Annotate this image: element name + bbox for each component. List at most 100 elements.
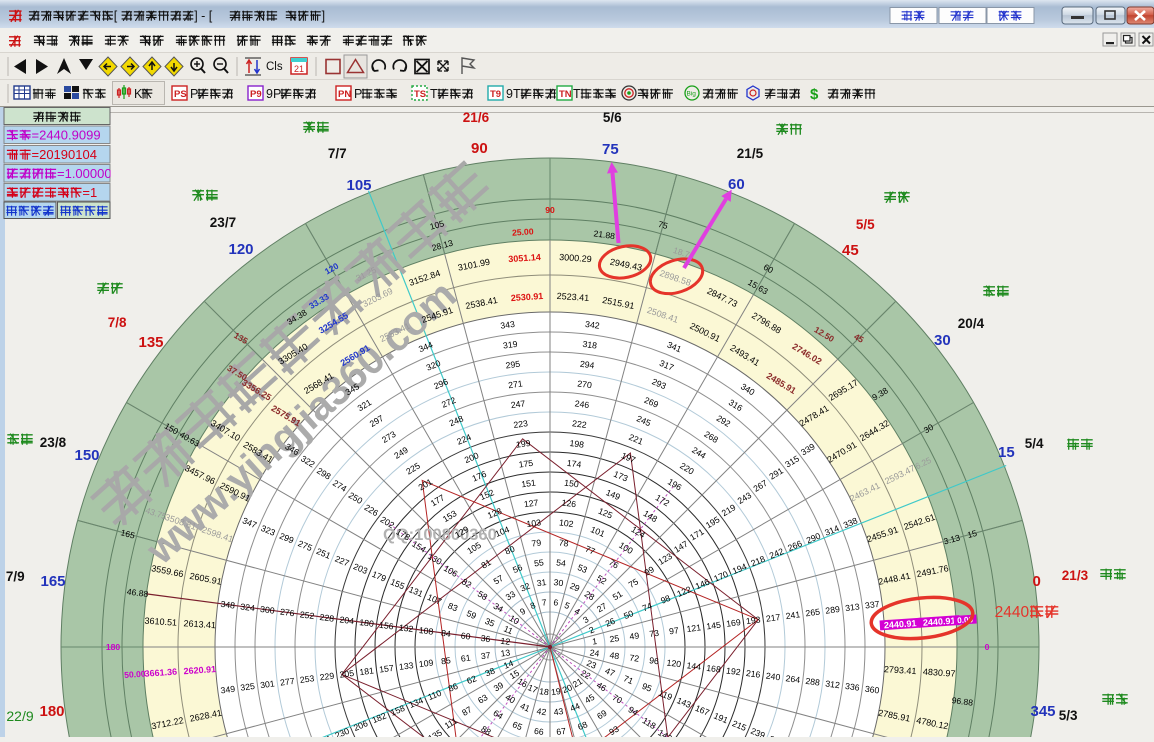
svg-text:294: 294 — [579, 359, 595, 371]
svg-text:54: 54 — [556, 557, 567, 568]
svg-text:270: 270 — [577, 378, 593, 390]
svg-text:[: [ — [114, 9, 118, 23]
svg-text:2440.91: 2440.91 — [884, 618, 917, 630]
svg-text:168: 168 — [706, 663, 722, 675]
svg-text:216: 216 — [745, 668, 761, 680]
svg-text:345: 345 — [1031, 703, 1056, 720]
svg-text:157: 157 — [379, 663, 395, 675]
svg-text:289: 289 — [825, 604, 841, 616]
svg-text:P: P — [190, 87, 198, 101]
svg-text:180: 180 — [40, 703, 65, 720]
svg-text:=1.00000: =1.00000 — [57, 166, 112, 181]
svg-text:60: 60 — [460, 630, 471, 641]
svg-text:271: 271 — [508, 378, 524, 390]
svg-text:55: 55 — [533, 557, 544, 568]
svg-text:229: 229 — [319, 671, 335, 683]
svg-text:21/6: 21/6 — [463, 110, 490, 125]
svg-text:265: 265 — [805, 607, 821, 619]
svg-text:319: 319 — [502, 339, 518, 351]
svg-text:5/5: 5/5 — [856, 217, 875, 232]
svg-text:TN: TN — [559, 89, 572, 100]
svg-text:246: 246 — [574, 398, 590, 410]
svg-text:61: 61 — [460, 653, 471, 664]
svg-text:217: 217 — [765, 612, 781, 624]
svg-text:7/7: 7/7 — [328, 146, 347, 161]
svg-text:24: 24 — [589, 647, 600, 658]
svg-text:78: 78 — [558, 537, 569, 548]
svg-text:150: 150 — [564, 478, 580, 490]
svg-text:2440: 2440 — [995, 604, 1030, 621]
svg-text:343: 343 — [500, 319, 516, 331]
svg-text:79: 79 — [531, 537, 542, 548]
svg-text:145: 145 — [706, 620, 722, 632]
svg-text:204: 204 — [339, 614, 355, 626]
svg-text:121: 121 — [686, 622, 702, 634]
svg-text:30: 30 — [553, 577, 564, 588]
svg-text:]: ] — [322, 9, 325, 23]
svg-text:102: 102 — [558, 517, 574, 529]
svg-text:PS: PS — [174, 89, 187, 100]
svg-text:Cls: Cls — [266, 61, 283, 73]
svg-text:222: 222 — [572, 418, 588, 430]
svg-text:18: 18 — [539, 686, 550, 697]
svg-text:T: T — [573, 87, 581, 101]
svg-text:20/4: 20/4 — [958, 316, 985, 331]
svg-text:105: 105 — [347, 177, 372, 194]
svg-text:132: 132 — [398, 622, 414, 634]
svg-text:169: 169 — [726, 617, 742, 629]
svg-text:127: 127 — [523, 497, 539, 509]
svg-text:135: 135 — [139, 334, 164, 351]
svg-text:19: 19 — [550, 686, 561, 697]
svg-text:325: 325 — [240, 681, 256, 693]
svg-text:] - [: ] - [ — [194, 9, 213, 23]
svg-text:193: 193 — [745, 614, 761, 626]
svg-text:21/3: 21/3 — [1062, 568, 1089, 583]
svg-text:109: 109 — [418, 657, 434, 669]
svg-text:252: 252 — [299, 609, 315, 621]
svg-text:175: 175 — [518, 458, 534, 470]
svg-text:181: 181 — [359, 665, 375, 677]
svg-text:3051.14: 3051.14 — [508, 252, 541, 264]
svg-text:=20190104: =20190104 — [32, 147, 97, 162]
svg-text:P9: P9 — [250, 89, 262, 100]
svg-text:9P: 9P — [266, 87, 281, 101]
svg-text:5/6: 5/6 — [603, 110, 622, 125]
svg-text:23/7: 23/7 — [210, 215, 236, 230]
svg-text:42: 42 — [536, 706, 547, 717]
svg-text:241: 241 — [785, 609, 801, 621]
svg-text:43: 43 — [553, 706, 564, 717]
svg-text:5/4: 5/4 — [1025, 436, 1044, 451]
svg-text:337: 337 — [864, 599, 880, 611]
svg-text:295: 295 — [505, 359, 521, 371]
svg-text:0: 0 — [1033, 573, 1041, 590]
svg-text:240: 240 — [765, 671, 781, 683]
svg-text:22/9: 22/9 — [6, 708, 33, 724]
svg-text:36: 36 — [480, 633, 491, 644]
svg-text:342: 342 — [585, 319, 601, 331]
svg-text:37: 37 — [480, 650, 491, 661]
svg-text:TS: TS — [414, 89, 426, 100]
svg-text:174: 174 — [566, 458, 582, 470]
svg-text:277: 277 — [279, 676, 295, 688]
svg-text:7/9: 7/9 — [6, 569, 25, 584]
svg-text:360: 360 — [864, 684, 880, 696]
svg-text:$: $ — [810, 86, 819, 103]
svg-text:313: 313 — [845, 601, 861, 613]
svg-text:120: 120 — [666, 657, 682, 669]
svg-text:75: 75 — [602, 141, 619, 158]
svg-text:12: 12 — [500, 636, 511, 647]
svg-text:49: 49 — [629, 630, 640, 641]
svg-text:126: 126 — [561, 497, 577, 509]
svg-text:349: 349 — [220, 684, 236, 696]
svg-text:205: 205 — [339, 668, 355, 680]
svg-text:21/5: 21/5 — [737, 146, 764, 161]
svg-text:264: 264 — [785, 673, 801, 685]
svg-text:336: 336 — [845, 681, 861, 693]
svg-text:2613.41: 2613.41 — [183, 618, 216, 630]
svg-text:103: 103 — [526, 517, 542, 529]
svg-text:133: 133 — [398, 660, 414, 672]
svg-text:199: 199 — [515, 438, 531, 450]
svg-text:96: 96 — [649, 655, 660, 666]
svg-text:9T: 9T — [506, 87, 521, 101]
svg-text:45: 45 — [842, 242, 859, 259]
